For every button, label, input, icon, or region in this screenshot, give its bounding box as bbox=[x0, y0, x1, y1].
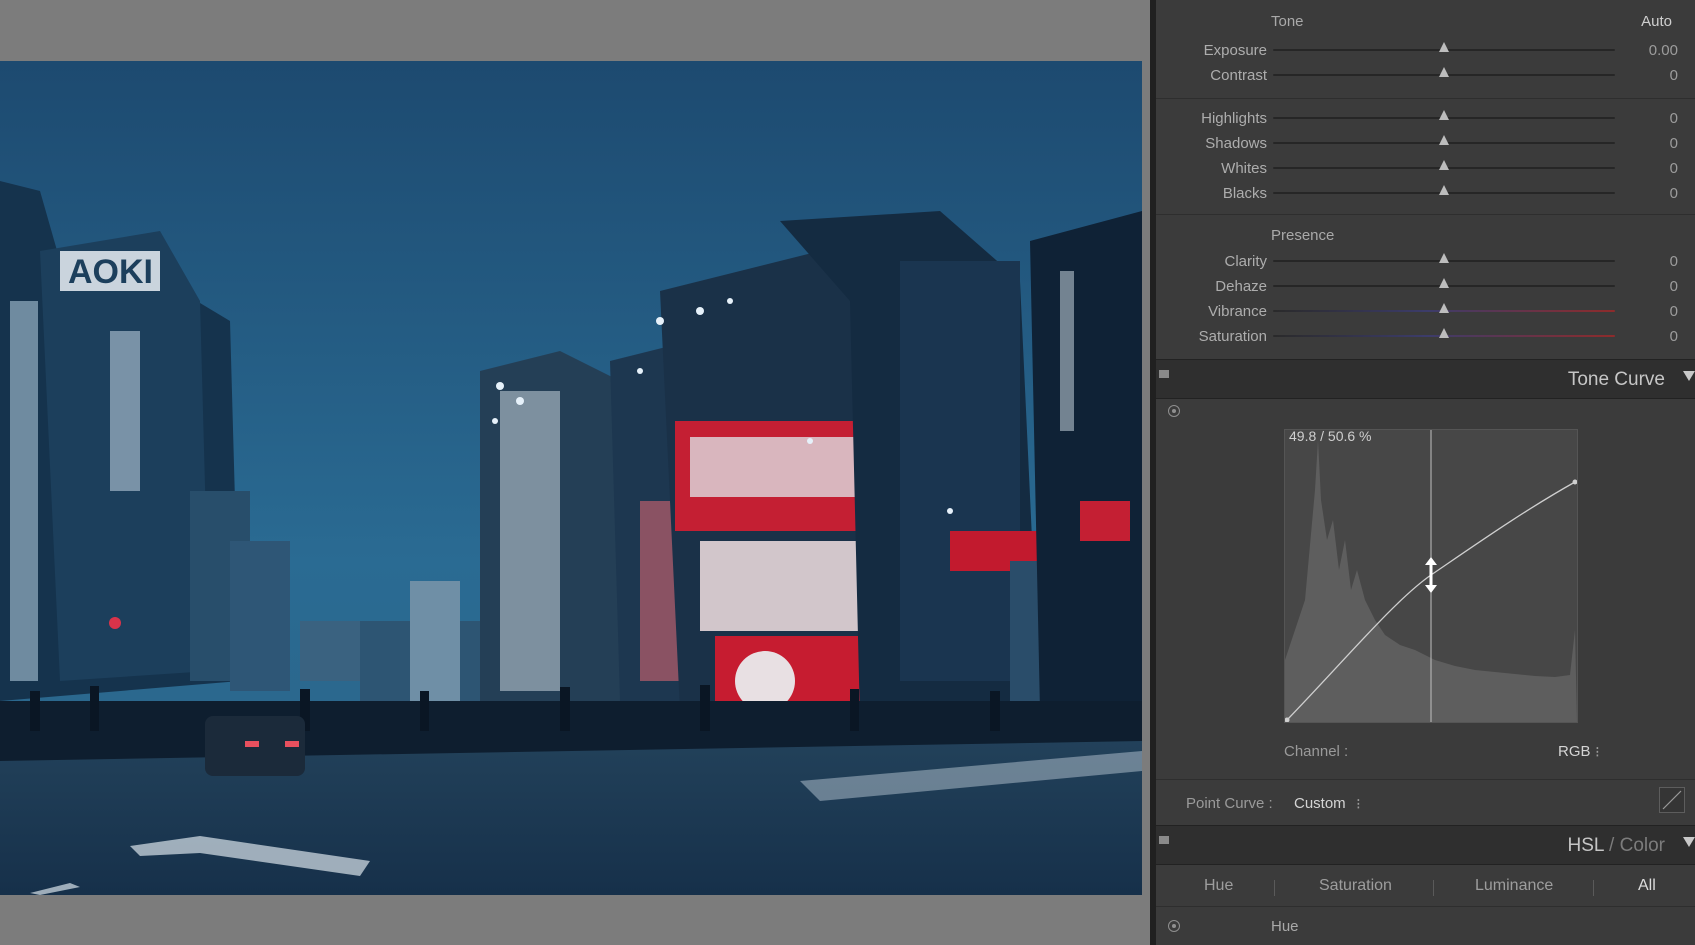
target-adjust-icon[interactable] bbox=[1168, 920, 1180, 932]
image-canvas[interactable]: AOKI bbox=[0, 0, 1150, 945]
target-adjust-icon[interactable] bbox=[1168, 405, 1180, 417]
tab-hue[interactable]: Hue bbox=[1204, 877, 1233, 895]
slider-value[interactable]: 0 bbox=[1618, 67, 1678, 84]
hsl-tab-title[interactable]: HSL bbox=[1567, 835, 1603, 856]
shadows-slider-row[interactable]: Shadows 0 bbox=[1156, 132, 1695, 154]
slider-value[interactable]: 0 bbox=[1618, 328, 1678, 345]
tab-all[interactable]: All bbox=[1638, 877, 1656, 895]
slider-thumb[interactable] bbox=[1439, 42, 1449, 52]
tab-separator bbox=[1593, 880, 1594, 896]
channel-select[interactable]: RGB bbox=[1558, 743, 1591, 760]
slider-label: Shadows bbox=[1205, 135, 1267, 152]
collapse-triangle-icon[interactable] bbox=[1683, 837, 1695, 847]
vibrance-slider-row[interactable]: Vibrance 0 bbox=[1156, 300, 1695, 322]
point-curve-label: Point Curve : bbox=[1186, 795, 1273, 812]
slider-value[interactable]: 0.00 bbox=[1618, 42, 1678, 59]
auto-tone-button[interactable]: Auto bbox=[1641, 13, 1672, 30]
curve-readout: 49.8 / 50.6 % bbox=[1289, 428, 1372, 444]
slider-label: Vibrance bbox=[1208, 303, 1267, 320]
slider-value[interactable]: 0 bbox=[1618, 253, 1678, 270]
tone-curve-graph[interactable] bbox=[1284, 429, 1578, 723]
slider-thumb[interactable] bbox=[1439, 135, 1449, 145]
slider-label: Blacks bbox=[1222, 185, 1267, 202]
exposure-slider-row[interactable]: Exposure 0.00 bbox=[1156, 39, 1695, 61]
blacks-slider-row[interactable]: Blacks 0 bbox=[1156, 182, 1695, 204]
hue-sub-label: Hue bbox=[1271, 918, 1299, 935]
slider-thumb[interactable] bbox=[1439, 160, 1449, 170]
point-curve-select[interactable]: Custom bbox=[1294, 795, 1346, 812]
hsl-title-separator: / bbox=[1603, 835, 1620, 856]
slider-label: Highlights bbox=[1201, 110, 1267, 127]
vertical-resize-cursor-icon bbox=[1425, 557, 1437, 593]
slider-label: Whites bbox=[1221, 160, 1267, 177]
tab-separator bbox=[1433, 880, 1434, 896]
photo-preview[interactable]: AOKI bbox=[0, 61, 1142, 895]
whites-slider-row[interactable]: Whites 0 bbox=[1156, 157, 1695, 179]
tone-curve-svg[interactable] bbox=[1285, 430, 1577, 722]
tone-section-label: Tone bbox=[1271, 13, 1304, 30]
slider-thumb[interactable] bbox=[1439, 67, 1449, 77]
panel-switch-icon[interactable] bbox=[1159, 370, 1169, 378]
channel-select-arrows-icon[interactable]: ⁝ bbox=[1595, 743, 1600, 761]
slider-value[interactable]: 0 bbox=[1618, 160, 1678, 177]
hsl-title[interactable]: HSL / Color bbox=[1567, 835, 1665, 857]
contrast-slider-row[interactable]: Contrast 0 bbox=[1156, 64, 1695, 86]
slider-label: Saturation bbox=[1198, 328, 1267, 345]
slider-thumb[interactable] bbox=[1439, 328, 1449, 338]
section-separator bbox=[1156, 906, 1695, 907]
section-separator bbox=[1156, 779, 1695, 780]
collapse-triangle-icon[interactable] bbox=[1683, 371, 1695, 381]
clarity-slider-row[interactable]: Clarity 0 bbox=[1156, 250, 1695, 272]
point-curve-arrows-icon[interactable]: ⁝ bbox=[1356, 795, 1361, 813]
slider-value[interactable]: 0 bbox=[1618, 110, 1678, 127]
tone-curve-header[interactable]: Tone Curve bbox=[1156, 359, 1695, 399]
slider-thumb[interactable] bbox=[1439, 278, 1449, 288]
aoki-sign-text: AOKI bbox=[68, 253, 153, 291]
highlights-slider-row[interactable]: Highlights 0 bbox=[1156, 107, 1695, 129]
presence-section-label: Presence bbox=[1271, 227, 1335, 244]
hsl-color-header[interactable]: HSL / Color bbox=[1156, 825, 1695, 865]
slider-value[interactable]: 0 bbox=[1618, 303, 1678, 320]
slider-label: Dehaze bbox=[1215, 278, 1267, 295]
tab-separator bbox=[1274, 880, 1275, 896]
tab-saturation[interactable]: Saturation bbox=[1319, 877, 1392, 895]
panel-switch-icon[interactable] bbox=[1159, 836, 1169, 844]
point-curve-icon[interactable] bbox=[1659, 787, 1685, 813]
slider-label: Clarity bbox=[1224, 253, 1267, 270]
slider-value[interactable]: 0 bbox=[1618, 135, 1678, 152]
section-separator bbox=[1156, 98, 1695, 99]
slider-thumb[interactable] bbox=[1439, 110, 1449, 120]
saturation-slider-row[interactable]: Saturation 0 bbox=[1156, 325, 1695, 347]
channel-label: Channel : bbox=[1284, 743, 1349, 760]
slider-label: Exposure bbox=[1203, 42, 1267, 59]
dehaze-slider-row[interactable]: Dehaze 0 bbox=[1156, 275, 1695, 297]
slider-thumb[interactable] bbox=[1439, 253, 1449, 263]
slider-label: Contrast bbox=[1210, 67, 1267, 84]
tab-luminance[interactable]: Luminance bbox=[1475, 877, 1553, 895]
develop-panel: Tone Auto Exposure 0.00 Contrast 0 Highl… bbox=[1156, 0, 1695, 945]
tone-curve-title[interactable]: Tone Curve bbox=[1568, 369, 1665, 391]
hsl-tab-bar: Hue Saturation Luminance All bbox=[1156, 866, 1695, 906]
slider-value[interactable]: 0 bbox=[1618, 185, 1678, 202]
slider-thumb[interactable] bbox=[1439, 185, 1449, 195]
street-photo: AOKI bbox=[0, 61, 1142, 895]
slider-value[interactable]: 0 bbox=[1618, 278, 1678, 295]
color-tab-title[interactable]: Color bbox=[1620, 835, 1665, 856]
section-separator bbox=[1156, 214, 1695, 215]
slider-thumb[interactable] bbox=[1439, 303, 1449, 313]
